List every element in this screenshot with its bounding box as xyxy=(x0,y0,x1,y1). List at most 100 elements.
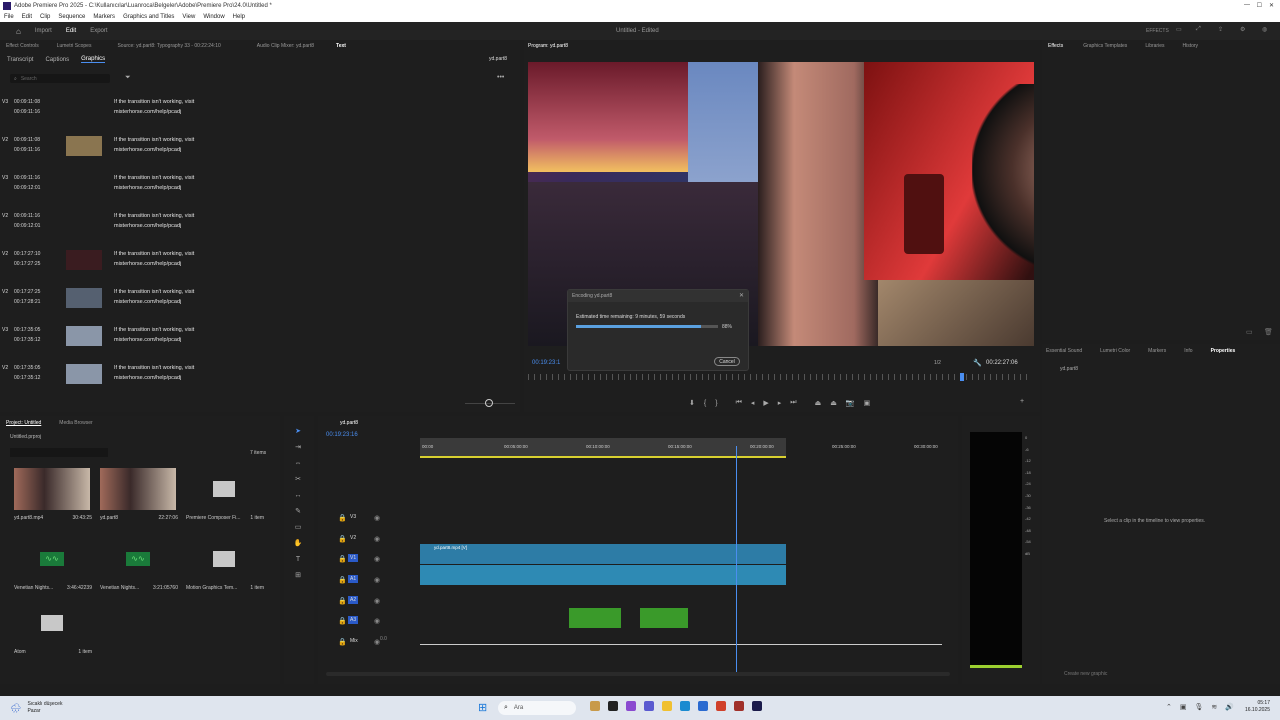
track-label[interactable]: Mix xyxy=(348,637,360,645)
eye-icon[interactable]: ◉ xyxy=(374,597,380,605)
project-item[interactable]: yd.part8 22:27:06 xyxy=(100,468,178,521)
add-marker-icon[interactable]: ⬇ xyxy=(689,399,695,407)
eye-icon[interactable]: ◉ xyxy=(374,576,380,584)
minimize-icon[interactable]: — xyxy=(1244,2,1250,8)
taskbar-search[interactable]: ⌕ Ara xyxy=(498,701,576,715)
tab-text[interactable]: Text xyxy=(336,43,346,49)
lift-icon[interactable]: ⏏ xyxy=(815,399,822,407)
project-item[interactable]: yd.part8.mp4 30:43:25 xyxy=(14,468,92,521)
track-label[interactable]: V1 xyxy=(348,554,359,562)
tab-libraries[interactable]: Libraries xyxy=(1145,43,1164,49)
lock-icon[interactable]: 🔒 xyxy=(338,555,347,563)
menu-clip[interactable]: Clip xyxy=(40,14,50,20)
new-bin-icon[interactable]: ▭ xyxy=(1246,328,1253,336)
tab-properties[interactable]: Properties xyxy=(1211,348,1236,354)
caption-row[interactable]: V3 00:09:11:08 00:09:11:16 If the transi… xyxy=(0,97,300,135)
project-item[interactable]: ∿∿ Venetian Nights... 3:46:42239 xyxy=(14,538,92,591)
caption-row[interactable]: V2 00:09:11:16 00:09:12:01 If the transi… xyxy=(0,211,300,249)
app-icon-1[interactable] xyxy=(590,701,600,711)
tab-export[interactable]: Export xyxy=(90,28,107,34)
audio-clip-a3[interactable] xyxy=(640,608,688,628)
caption-row[interactable]: V2 00:17:35:05 00:17:35:12 If the transi… xyxy=(0,363,300,401)
tray-chevron-icon[interactable]: ⌃ xyxy=(1166,703,1172,711)
search-field[interactable]: ⌕ Search xyxy=(10,74,110,83)
menu-window[interactable]: Window xyxy=(203,14,224,20)
lock-icon[interactable]: 🔒 xyxy=(338,535,347,543)
audio-clip-a3[interactable] xyxy=(569,608,621,628)
weather-icon[interactable]: 🌧 xyxy=(10,703,21,714)
export-frame-icon[interactable]: 📷 xyxy=(846,399,855,407)
edge-icon[interactable] xyxy=(680,701,690,711)
tray-app-icon[interactable]: ▣ xyxy=(1180,703,1187,711)
go-to-in-icon[interactable]: ⏮ xyxy=(736,399,742,407)
mark-out-icon[interactable]: } xyxy=(715,400,717,407)
tab-captions[interactable]: Captions xyxy=(45,57,69,63)
tab-graphics[interactable]: Graphics xyxy=(81,56,106,63)
project-item[interactable]: Atom 1 item xyxy=(14,602,92,655)
eye-icon[interactable]: ◉ xyxy=(374,617,380,625)
tab-markers[interactable]: Markers xyxy=(1148,348,1166,354)
cancel-button[interactable]: Cancel xyxy=(714,357,740,366)
caption-tool-icon[interactable]: ⊞ xyxy=(290,568,306,584)
playhead[interactable] xyxy=(736,446,737,672)
program-playhead[interactable] xyxy=(960,373,964,381)
tab-effects[interactable]: Effects xyxy=(1048,43,1063,49)
lock-icon[interactable]: 🔒 xyxy=(338,638,347,646)
start-icon[interactable]: ⊞ xyxy=(478,701,487,714)
audio-clip-a1[interactable] xyxy=(420,565,786,585)
settings-icon[interactable]: ⚙ xyxy=(1240,26,1245,33)
tab-media-browser[interactable]: Media Browser xyxy=(59,420,92,426)
app-icon-9[interactable] xyxy=(734,701,744,711)
dialog-close-icon[interactable]: ✕ xyxy=(739,292,744,299)
extract-icon[interactable]: ⏏ xyxy=(830,399,837,407)
premiere-icon[interactable] xyxy=(752,701,762,711)
track-label[interactable]: V3 xyxy=(348,513,358,521)
menu-view[interactable]: View xyxy=(182,14,195,20)
menu-help[interactable]: Help xyxy=(233,14,245,20)
lock-icon[interactable]: 🔒 xyxy=(338,597,347,605)
close-icon[interactable]: ✕ xyxy=(1269,2,1274,9)
tab-source[interactable]: Source: yd.part8: Typography 33 - 00:22:… xyxy=(117,43,220,49)
step-forward-icon[interactable]: ▸ xyxy=(778,399,782,407)
home-icon[interactable]: ⌂ xyxy=(16,27,21,36)
eye-icon[interactable]: ◉ xyxy=(374,535,380,543)
caption-row[interactable]: V2 00:17:27:25 00:17:28:21 If the transi… xyxy=(0,287,300,325)
caption-row[interactable]: V3 00:17:35:05 00:17:35:12 If the transi… xyxy=(0,325,300,363)
hand-tool-icon[interactable]: ✋ xyxy=(290,536,306,552)
tab-effect-controls[interactable]: Effect Controls xyxy=(6,43,39,49)
ripple-edit-icon[interactable]: ⇔ xyxy=(290,456,306,472)
project-item[interactable]: Premiere Composer Fi... 1 item xyxy=(186,468,264,521)
panel-icon[interactable]: ▭ xyxy=(1176,26,1182,33)
eye-icon[interactable]: ◉ xyxy=(374,514,380,522)
menu-graphics[interactable]: Graphics and Titles xyxy=(123,14,174,20)
tab-project[interactable]: Project: Untitled xyxy=(6,420,41,426)
weather-widget[interactable]: Sıcaklı düşecek Pazar xyxy=(27,701,62,715)
tab-import[interactable]: Import xyxy=(35,28,52,34)
track-label[interactable]: A3 xyxy=(348,616,359,624)
slip-tool-icon[interactable]: ↔ xyxy=(290,488,306,504)
tab-essential-sound[interactable]: Essential Sound xyxy=(1046,348,1082,354)
task-view-icon[interactable] xyxy=(608,701,618,711)
menu-file[interactable]: File xyxy=(4,14,14,20)
project-search[interactable] xyxy=(10,448,108,457)
volume-icon[interactable]: 🔊 xyxy=(1225,703,1234,711)
fullscreen-icon[interactable]: ⤢ xyxy=(1196,26,1201,33)
tab-edit[interactable]: Edit xyxy=(66,28,76,34)
account-icon[interactable]: ◍ xyxy=(1262,26,1267,33)
tab-transcript[interactable]: Transcript xyxy=(7,57,33,63)
create-graphic-button[interactable]: Create new graphic xyxy=(1064,671,1107,677)
time-ruler[interactable]: 00:00 00:05:00:00 00:10:00:00 00:15:00:00 00… xyxy=(420,444,940,456)
program-scrubber[interactable] xyxy=(528,374,1032,380)
filter-icon[interactable]: ⏷ xyxy=(125,74,131,82)
fit-select[interactable]: 1/2 xyxy=(934,360,941,366)
maximize-icon[interactable]: ☐ xyxy=(1257,2,1262,9)
tab-audio-clip-mixer[interactable]: Audio Clip Mixer: yd.part8 xyxy=(257,43,314,49)
menu-markers[interactable]: Markers xyxy=(93,14,115,20)
caption-row[interactable]: V2 00:17:27:10 00:17:27:25 If the transi… xyxy=(0,249,300,287)
caption-row[interactable]: V3 00:09:11:16 00:09:12:01 If the transi… xyxy=(0,173,300,211)
menu-sequence[interactable]: Sequence xyxy=(58,14,85,20)
pen-tool-icon[interactable]: ✎ xyxy=(290,504,306,520)
timeline-scrollbar[interactable] xyxy=(326,672,950,676)
mic-icon[interactable]: 🎙 xyxy=(1195,703,1204,711)
menu-edit[interactable]: Edit xyxy=(22,14,32,20)
